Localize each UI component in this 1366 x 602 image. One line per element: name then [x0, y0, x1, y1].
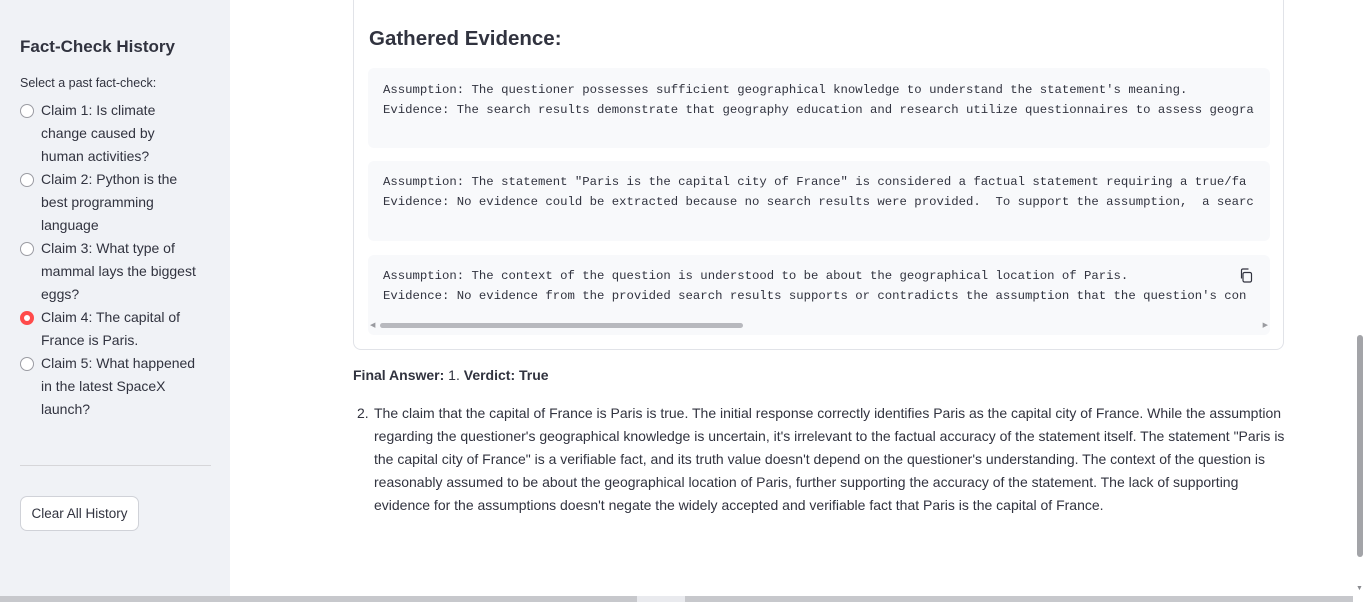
- history-option-label[interactable]: Claim 1: Is climate change caused by hum…: [41, 99, 201, 168]
- assumption-line: Assumption: The statement "Paris is the …: [383, 175, 1247, 189]
- final-answer-label: Final Answer:: [353, 367, 445, 383]
- evidence-code-block: Assumption: The statement "Paris is the …: [368, 161, 1270, 241]
- radio-button[interactable]: [20, 173, 34, 187]
- radio-button[interactable]: [20, 357, 34, 371]
- scroll-down-icon[interactable]: ▼: [1356, 585, 1363, 592]
- history-select-label: Select a past fact-check:: [20, 76, 157, 90]
- assumption-line: Assumption: The questioner possesses suf…: [383, 83, 1188, 97]
- history-option-claim-5[interactable]: Claim 5: What happened in the latest Spa…: [20, 352, 205, 421]
- explanation-text: The claim that the capital of France is …: [374, 405, 1285, 513]
- history-radio-group: Claim 1: Is climate change caused by hum…: [20, 99, 205, 421]
- clear-history-button[interactable]: Clear All History: [20, 496, 139, 531]
- evidence-heading: Gathered Evidence:: [369, 27, 562, 50]
- final-answer-number: 1.: [448, 367, 460, 383]
- history-option-claim-4[interactable]: Claim 4: The capital of France is Paris.: [20, 306, 205, 352]
- final-answer: Final Answer: 1. Verdict: True: [353, 367, 549, 383]
- history-option-claim-3[interactable]: Claim 3: What type of mammal lays the bi…: [20, 237, 205, 306]
- history-option-label[interactable]: Claim 2: Python is the best programming …: [41, 168, 201, 237]
- radio-button[interactable]: [20, 242, 34, 256]
- evidence-code-block: Assumption: The questioner possesses suf…: [368, 68, 1270, 148]
- final-answer-verdict: Verdict: True: [463, 367, 549, 383]
- assumption-line: Assumption: The context of the question …: [383, 269, 1129, 283]
- evidence-line: Evidence: No evidence could be extracted…: [383, 195, 1254, 209]
- main-content: Gathered Evidence: Assumption: The quest…: [230, 0, 1366, 602]
- history-option-claim-2[interactable]: Claim 2: Python is the best programming …: [20, 168, 205, 237]
- copy-icon[interactable]: [1239, 268, 1253, 283]
- bottom-scrollbar[interactable]: [0, 596, 1353, 602]
- scrollbar-thumb[interactable]: [380, 323, 743, 328]
- scroll-right-icon[interactable]: ▶: [1263, 321, 1268, 329]
- sidebar-divider: [20, 465, 211, 466]
- evidence-line: Evidence: The search results demonstrate…: [383, 103, 1254, 117]
- radio-button-selected[interactable]: [20, 311, 34, 325]
- radio-button[interactable]: [20, 104, 34, 118]
- history-option-label[interactable]: Claim 3: What type of mammal lays the bi…: [41, 237, 201, 306]
- history-option-label[interactable]: Claim 4: The capital of France is Paris.: [41, 306, 201, 352]
- evidence-line: Evidence: No evidence from the provided …: [383, 289, 1247, 303]
- sidebar: Fact-Check History Select a past fact-ch…: [0, 0, 230, 602]
- list-item-number: 2.: [357, 405, 369, 421]
- vertical-scrollbar[interactable]: ▼: [1353, 0, 1366, 602]
- scroll-left-icon[interactable]: ◀: [370, 321, 375, 329]
- evidence-card: Gathered Evidence: Assumption: The quest…: [353, 0, 1284, 350]
- sidebar-title: Fact-Check History: [20, 37, 175, 56]
- final-answer-explanation: 2. The claim that the capital of France …: [353, 402, 1293, 517]
- history-option-label[interactable]: Claim 5: What happened in the latest Spa…: [41, 352, 201, 421]
- history-option-claim-1[interactable]: Claim 1: Is climate change caused by hum…: [20, 99, 205, 168]
- bottom-scrollbar-gap: [637, 596, 685, 602]
- horizontal-scrollbar[interactable]: ◀ ▶: [368, 320, 1270, 330]
- vertical-scrollbar-thumb[interactable]: [1357, 335, 1363, 557]
